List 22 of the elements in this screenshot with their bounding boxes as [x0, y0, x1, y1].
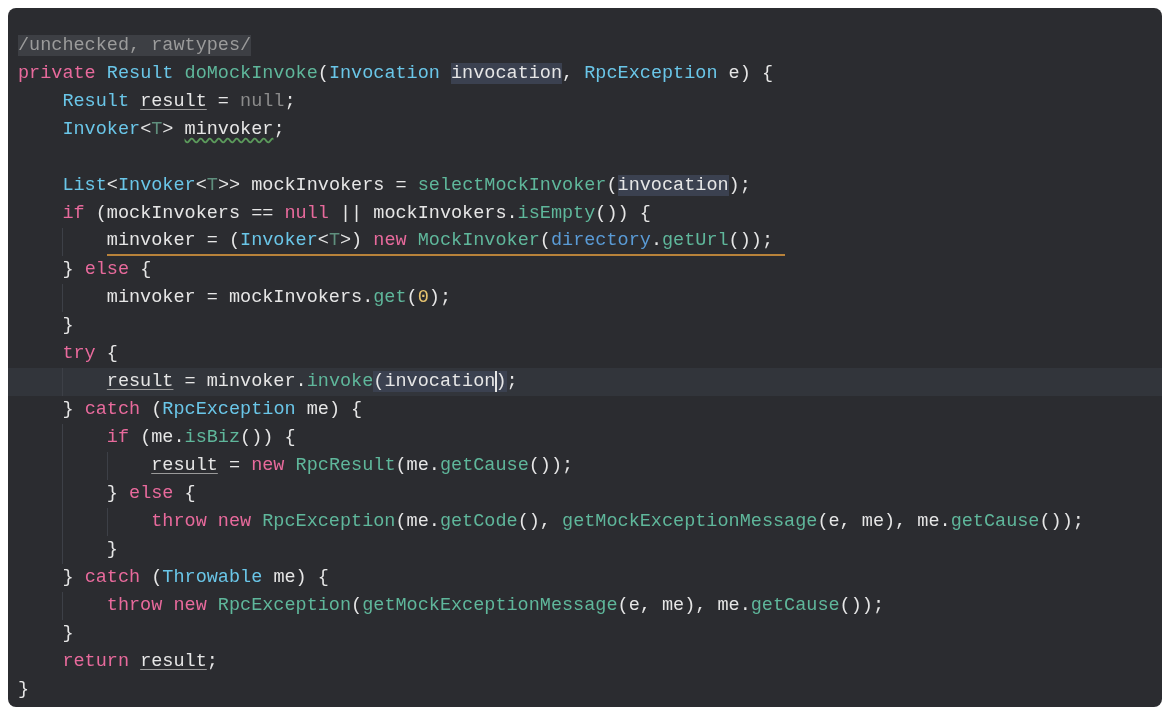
code-line: minvoker = (Invoker<T>) new MockInvoker(directory.getUrl()); — [106, 228, 786, 256]
code-line: } else { — [106, 482, 196, 506]
code-line: try { — [62, 342, 118, 366]
code-line: } — [62, 622, 74, 646]
code-line: Invoker<T> minvoker; — [62, 118, 285, 142]
code-line: Result result = null; — [62, 90, 296, 114]
code-line: if (mockInvokers == null || mockInvokers.isEmpty()) { — [62, 202, 651, 226]
code-line: List<Invoker<T>> mockInvokers = selectMockInvoker(invocation); — [62, 174, 751, 198]
code-line: return result; — [62, 650, 218, 674]
code-line: result = minvoker.invoke(invocation); — [106, 370, 518, 394]
code-line: throw new RpcException(me.getCode(), getMockExceptionMessage(e, me), me.getCause()); — [151, 510, 1084, 534]
code-line: minvoker = mockInvokers.get(0); — [106, 286, 451, 310]
code-line: } else { — [62, 258, 152, 282]
code-line: } — [18, 678, 30, 702]
code-line: } catch (Throwable me) { — [62, 566, 329, 590]
code-line: private Result doMockInvoke(Invocation invocation, RpcException e) { — [18, 62, 773, 86]
code-line: if (me.isBiz()) { — [106, 426, 296, 450]
code-line: throw new RpcException(getMockExceptionMessage(e, me), me.getCause()); — [106, 594, 884, 618]
code-line: result = new RpcResult(me.getCause()); — [151, 454, 574, 478]
code-line: } — [106, 538, 118, 562]
code-line: } — [62, 314, 74, 338]
code-line: } catch (RpcException me) { — [62, 398, 363, 422]
